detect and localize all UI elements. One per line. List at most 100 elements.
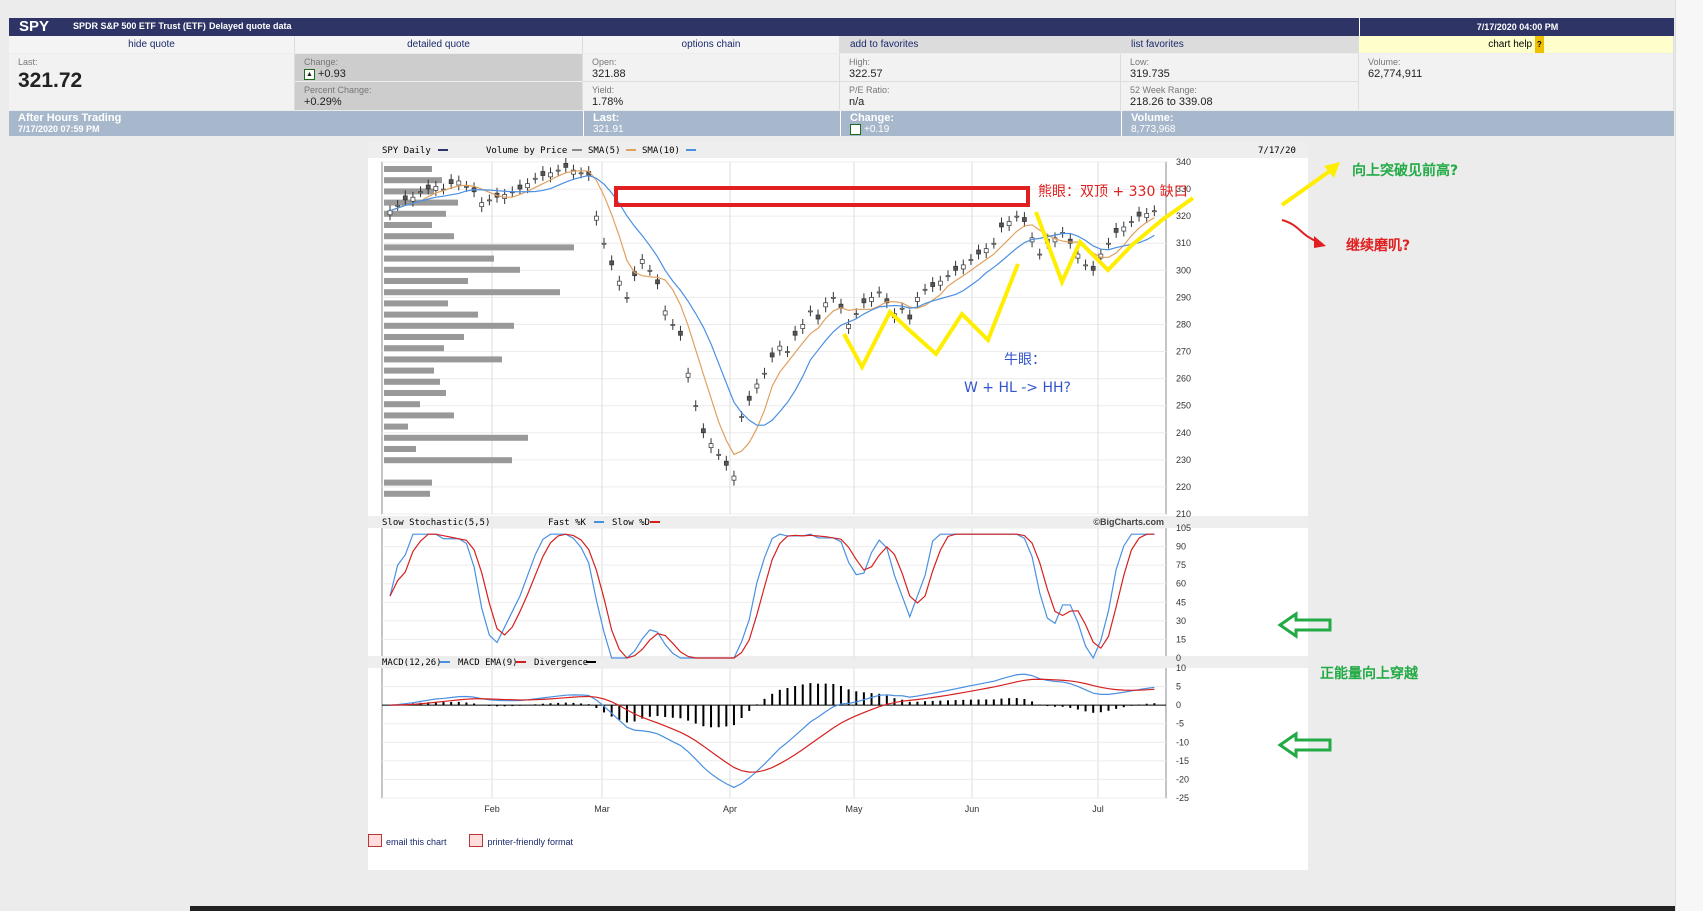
divergence-bar	[1031, 701, 1034, 706]
divergence-bar	[564, 702, 567, 706]
candle-body	[1129, 221, 1134, 223]
candle-body	[624, 297, 630, 299]
high-column: High: 322.57 P/E Ratio: n/a	[840, 54, 1121, 110]
candle-body	[1006, 221, 1012, 226]
price-tick-label: 210	[1176, 509, 1191, 519]
macd-tick-label: 5	[1176, 682, 1181, 692]
divergence-bar	[824, 683, 827, 706]
add-favorites-link[interactable]: add to favorites	[840, 36, 1121, 53]
vbp-bar	[384, 177, 442, 184]
candle-body	[769, 352, 775, 358]
candle-body	[999, 222, 1004, 228]
chart-help-link[interactable]: chart help ?	[1359, 36, 1674, 53]
divergence-bar	[687, 705, 690, 721]
candle-body	[685, 372, 691, 378]
chart-area: SPY Daily Volume by Price SMA(5) SMA(10)…	[368, 142, 1308, 870]
candle-body	[792, 330, 798, 336]
stoch-annotation: 正能量向上穿越	[1320, 665, 1419, 682]
candle-body	[1083, 264, 1088, 267]
candle-body	[1113, 227, 1119, 233]
candle-body	[739, 416, 744, 418]
yield-label: Yield:	[592, 85, 615, 95]
printer-friendly-link[interactable]: printer-friendly format	[487, 837, 573, 847]
email-chart-link[interactable]: email this chart	[386, 837, 447, 847]
price-tick-label: 230	[1176, 455, 1191, 465]
candle-body	[395, 204, 400, 207]
vbp-bar	[384, 367, 434, 374]
divergence-bar	[534, 704, 537, 706]
candle-body	[1090, 265, 1096, 271]
fastk-legend: Fast %K	[548, 518, 587, 528]
change-value: +0.93	[318, 68, 346, 80]
divergence-bar	[450, 701, 453, 706]
candle-body	[815, 314, 821, 320]
macd-tick-label: -25	[1176, 793, 1189, 803]
after-hours-title-cell: After Hours Trading 7/17/2020 07:59 PM	[9, 111, 583, 136]
high-cell: High: 322.57	[840, 54, 1121, 82]
vbp-bar	[384, 233, 454, 240]
right-scrollbar[interactable]	[1675, 0, 1703, 911]
candle-body	[563, 163, 569, 168]
divergence-bar	[694, 705, 697, 724]
candle-body	[532, 177, 538, 180]
x-tick-label: May	[845, 804, 863, 814]
divergence-bar	[648, 705, 651, 717]
up-arrow-annotation	[1280, 166, 1336, 207]
divergence-bar	[1138, 704, 1141, 706]
divergence-bar	[809, 683, 812, 706]
divergence-bar	[1015, 698, 1018, 706]
hide-quote-link[interactable]: hide quote	[9, 36, 295, 53]
pct-change-cell: Percent Change: +0.29%	[295, 82, 583, 110]
email-icon	[368, 834, 382, 848]
candle-body	[410, 196, 416, 202]
candle-body	[448, 179, 454, 185]
side-arrow-head	[1314, 236, 1326, 248]
stoch-tick-label: 0	[1176, 653, 1181, 663]
list-favorites-link[interactable]: list favorites	[1121, 36, 1359, 53]
vbp-bar	[384, 412, 454, 419]
range-value: 218.26 to 339.08	[1130, 96, 1213, 108]
candle-body	[387, 210, 393, 216]
vbp-bar	[384, 345, 444, 352]
divergence-bar	[1107, 705, 1110, 711]
bull-annotation-2: W + HL -> HH?	[964, 380, 1071, 396]
divergence-bar	[725, 705, 728, 727]
divergence-bar	[1061, 705, 1064, 707]
candle-body	[846, 324, 851, 329]
candle-body	[548, 172, 553, 178]
stoch-tick-label: 15	[1176, 634, 1186, 644]
divergence-bar	[557, 702, 560, 706]
candle-body	[968, 259, 974, 261]
range-label: 52 Week Range:	[1130, 85, 1197, 95]
low-value: 319.735	[1130, 68, 1170, 80]
pct-change-value: +0.29%	[304, 96, 342, 108]
candle-body	[1106, 242, 1111, 245]
divergence-bar	[977, 699, 980, 706]
candle-body	[1136, 211, 1142, 217]
detailed-quote-link[interactable]: detailed quote	[295, 36, 583, 53]
candle-body	[639, 259, 645, 264]
options-chain-link[interactable]: options chain	[583, 36, 840, 53]
open-column: Open: 321.88 Yield: 1.78%	[583, 54, 840, 110]
change-cell: Change: ▲ +0.93	[295, 54, 583, 82]
price-tick-label: 220	[1176, 482, 1191, 492]
divergence-bar	[572, 702, 575, 706]
footer-links: email this chart printer-friendly format	[368, 832, 573, 850]
candle-body	[425, 184, 431, 190]
ah-up-arrow-icon: ▲	[850, 124, 861, 135]
divergence-bar	[710, 705, 713, 728]
macd-tick-label: -10	[1176, 737, 1189, 747]
divergence-bar	[801, 684, 804, 706]
open-label: Open:	[592, 57, 617, 67]
candle-body	[937, 280, 943, 286]
candle-body	[716, 454, 722, 456]
breakout-annotation: 向上突破见前高?	[1352, 162, 1458, 179]
stoch-legend-bar	[368, 516, 1308, 528]
candle-body	[823, 302, 829, 308]
vbp-legend: Volume by Price	[486, 146, 567, 156]
divergence-bar	[473, 703, 476, 706]
x-tick-label: Feb	[484, 804, 500, 814]
delay-notice: Delayed quote data	[209, 21, 292, 31]
divergence-bar	[817, 683, 820, 706]
quote-datetime: 7/17/2020 04:00 PM	[1359, 18, 1675, 36]
